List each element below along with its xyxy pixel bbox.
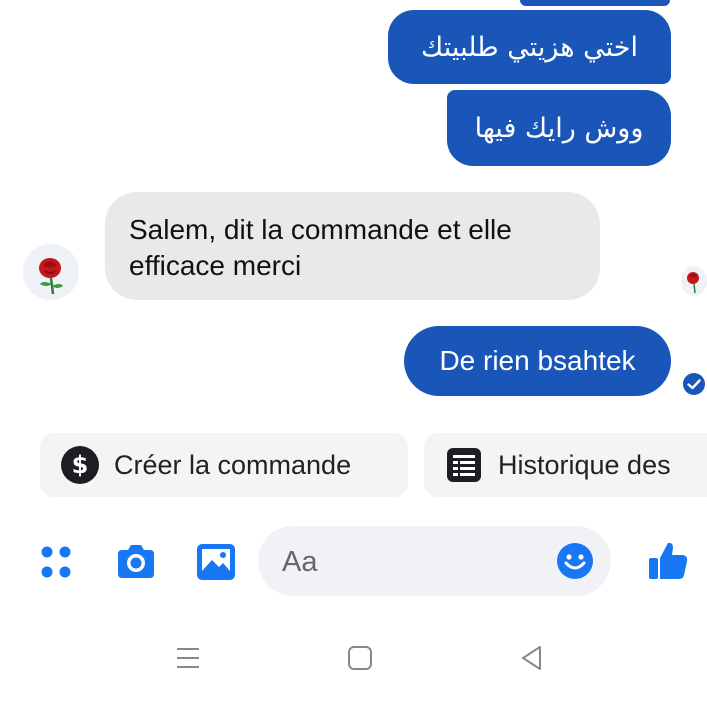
message-input[interactable]	[280, 541, 544, 583]
chip-label: Historique des	[498, 449, 671, 480]
outgoing-message-bubble[interactable]: De rien bsahtek	[404, 326, 671, 396]
outgoing-message-bubble[interactable]: اختي هزيتي طلبيتك	[388, 10, 671, 84]
read-receipt-avatar	[681, 266, 707, 296]
chip-label: Créer la commande	[114, 449, 352, 480]
svg-text:$: $	[72, 451, 89, 479]
message-text: De rien bsahtek	[439, 345, 636, 376]
message-text: اختي هزيتي طلبيتك	[421, 31, 638, 63]
create-order-chip[interactable]: $ Créer la commande	[40, 433, 408, 497]
outgoing-message-bubble[interactable]: ووش رايك فيها	[447, 90, 671, 166]
camera-icon[interactable]	[114, 540, 158, 584]
previous-message-bubble	[520, 0, 670, 6]
emoji-icon[interactable]	[556, 542, 594, 580]
rose-icon	[681, 268, 707, 294]
back-icon[interactable]	[514, 640, 550, 676]
list-icon	[447, 448, 481, 482]
sent-check-icon	[683, 373, 705, 395]
grid-menu-icon[interactable]	[36, 540, 80, 584]
contact-avatar[interactable]	[23, 244, 79, 300]
incoming-message-bubble[interactable]: Salem, dit la commande et elle efficace …	[105, 192, 600, 300]
gallery-icon[interactable]	[194, 540, 238, 584]
rose-icon	[23, 244, 79, 300]
message-composer[interactable]	[258, 526, 611, 596]
thumbs-up-icon[interactable]	[646, 538, 690, 582]
dollar-icon: $	[61, 446, 99, 484]
message-text: Salem, dit la commande et elle efficace …	[129, 214, 512, 281]
home-icon[interactable]	[342, 640, 378, 676]
recents-icon[interactable]	[170, 640, 206, 676]
message-text: ووش رايك فيها	[474, 112, 644, 144]
order-history-chip[interactable]: Historique des	[424, 433, 707, 497]
